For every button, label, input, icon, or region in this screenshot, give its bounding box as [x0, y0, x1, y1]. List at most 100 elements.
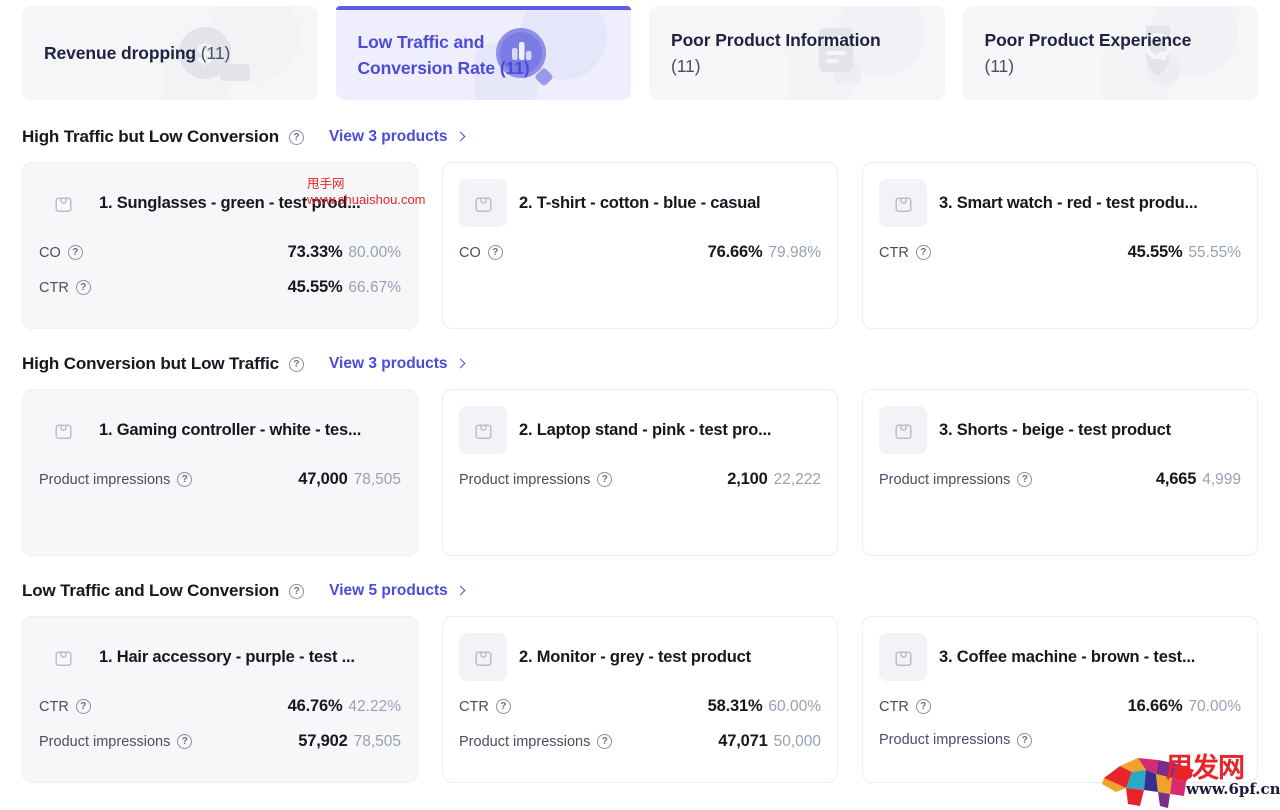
metric-label: Product impressions?	[459, 472, 612, 488]
metric-label: CTR?	[879, 245, 931, 261]
help-icon[interactable]: ?	[177, 734, 192, 749]
help-icon[interactable]: ?	[1017, 472, 1032, 487]
metric-label: CTR?	[39, 699, 91, 715]
metric-label-text: Product impressions	[879, 732, 1010, 748]
metric-label-text: CO	[459, 245, 481, 261]
metric-label-text: CO	[39, 245, 61, 261]
product-card-header: 2. Laptop stand - pink - test pro...	[459, 406, 821, 454]
metric-label: CO?	[459, 245, 503, 261]
metric-row: Product impressions?	[879, 732, 1241, 748]
help-icon[interactable]: ?	[597, 472, 612, 487]
product-card[interactable]: 3. Smart watch - red - test produ... CTR?…	[862, 162, 1258, 329]
help-icon[interactable]: ?	[289, 357, 304, 372]
metric-label: Product impressions?	[39, 734, 192, 750]
metric-row: CTR? 58.31%60.00%	[459, 697, 821, 716]
metric-label-text: Product impressions	[39, 472, 170, 488]
metric-values: 76.66%79.98%	[708, 243, 821, 262]
help-icon[interactable]: ?	[916, 699, 931, 714]
product-title: 2. Laptop stand - pink - test pro...	[519, 421, 771, 440]
help-icon[interactable]: ?	[488, 245, 503, 260]
help-icon[interactable]: ?	[68, 245, 83, 260]
metric-row: Product impressions? 4,6654,999	[879, 470, 1241, 489]
metric-row: Product impressions? 57,90278,505	[39, 732, 401, 751]
metric-row: CTR? 45.55% 55.55%	[879, 243, 1241, 262]
help-icon[interactable]: ?	[496, 699, 511, 714]
product-title: 1. Sunglasses - green - test prod...	[99, 194, 360, 213]
tab-revenue-dropping[interactable]: $ Revenue dropping (11)	[22, 6, 318, 100]
view-products-link[interactable]: View 3 products	[329, 355, 464, 373]
product-card[interactable]: 2. T-shirt - cotton - blue - casual CO? 76…	[442, 162, 838, 329]
product-title: 2. T-shirt - cotton - blue - casual	[519, 194, 760, 213]
product-title: 3. Smart watch - red - test produ...	[939, 194, 1198, 213]
tab-poor-product-information[interactable]: Poor Product Information (11)	[649, 6, 945, 100]
product-card[interactable]: 3. Coffee machine - brown - test...CTR?1…	[862, 616, 1258, 783]
metric-label: Product impressions?	[459, 734, 612, 750]
product-card[interactable]: 1. Gaming controller - white - tes... Pro…	[22, 389, 418, 556]
product-card-grid: 1. Gaming controller - white - tes... Pro…	[22, 389, 1258, 556]
chevron-right-icon	[455, 132, 465, 142]
help-icon[interactable]: ?	[916, 245, 931, 260]
help-icon[interactable]: ?	[76, 280, 91, 295]
view-products-link[interactable]: View 3 products	[329, 128, 464, 146]
metric-current-value: 2,100	[727, 470, 767, 489]
product-card-header: 3. Shorts - beige - test product	[879, 406, 1241, 454]
metric-current-value: 76.66%	[708, 243, 763, 262]
tab-label: Revenue dropping (11)	[44, 40, 230, 66]
insight-sections: High Traffic but Low Conversion?View 3 p…	[0, 114, 1280, 783]
help-icon[interactable]: ?	[289, 584, 304, 599]
product-card-header: 1. Sunglasses - green - test prod...	[39, 179, 401, 227]
tab-poor-product-experience[interactable]: Poor Product Experience (11)	[963, 6, 1259, 100]
help-icon[interactable]: ?	[289, 130, 304, 145]
product-card[interactable]: 2. Monitor - grey - test product CTR? 58.3…	[442, 616, 838, 783]
metric-previous-value: 50,000	[774, 733, 821, 751]
metric-label-text: Product impressions	[459, 734, 590, 750]
metric-previous-value: 4,999	[1202, 471, 1241, 489]
insight-section: High Traffic but Low Conversion?View 3 p…	[0, 114, 1280, 329]
tab-label: Poor Product Information (11)	[671, 27, 886, 79]
help-icon[interactable]: ?	[76, 699, 91, 714]
product-card[interactable]: 1. Sunglasses - green - test prod... CO? 7…	[22, 162, 418, 329]
product-title: 1. Gaming controller - white - tes...	[99, 421, 361, 440]
shopping-bag-icon	[459, 633, 507, 681]
shopping-bag-icon	[39, 406, 87, 454]
product-card-header: 1. Gaming controller - white - tes...	[39, 406, 401, 454]
tab-count: (11)	[500, 58, 530, 78]
metric-values: 45.55%66.67%	[288, 278, 401, 297]
metric-previous-value: 60.00%	[768, 698, 821, 716]
product-card[interactable]: 2. Laptop stand - pink - test pro... Prod…	[442, 389, 838, 556]
product-card[interactable]: 1. Hair accessory - purple - test ... CTR…	[22, 616, 418, 783]
metric-values: 46.76%42.22%	[288, 697, 401, 716]
metric-values: 2,10022,222	[727, 470, 821, 489]
shopping-bag-icon	[879, 633, 927, 681]
product-card-header: 1. Hair accessory - purple - test ...	[39, 633, 401, 681]
shopping-bag-icon	[459, 406, 507, 454]
tab-low-traffic-and-conversion-rate[interactable]: Low Traffic and Conversion Rate (11)	[336, 6, 632, 100]
metric-previous-value: 55.55%	[1188, 244, 1241, 262]
section-header: High Conversion but Low Traffic? View 3 p…	[22, 341, 1258, 387]
metric-row: CO? 76.66%79.98%	[459, 243, 821, 262]
shopping-bag-icon	[39, 633, 87, 681]
metric-row: CTR?16.66%70.00%	[879, 697, 1241, 716]
shopping-bag-icon	[39, 179, 87, 227]
help-icon[interactable]: ?	[177, 472, 192, 487]
metric-values: 58.31%60.00%	[708, 697, 821, 716]
product-title: 1. Hair accessory - purple - test ...	[99, 648, 355, 667]
metric-values: 4,6654,999	[1156, 470, 1241, 489]
tab-count: (11)	[985, 56, 1014, 76]
help-icon[interactable]: ?	[1017, 733, 1032, 748]
metric-current-value: 45.55%	[1128, 243, 1183, 262]
metric-label-text: CTR	[39, 699, 69, 715]
metric-label-text: CTR	[459, 699, 489, 715]
metric-label-text: Product impressions	[879, 472, 1010, 488]
metric-values: 73.33%80.00%	[288, 243, 401, 262]
metric-previous-value: 78,505	[354, 733, 401, 751]
section-title: High Conversion but Low Traffic	[22, 354, 279, 374]
product-card[interactable]: 3. Shorts - beige - test product Product …	[862, 389, 1258, 556]
product-card-header: 2. Monitor - grey - test product	[459, 633, 821, 681]
view-products-link[interactable]: View 5 products	[329, 582, 464, 600]
view-products-label: View 3 products	[329, 128, 448, 146]
metric-values: 57,90278,505	[298, 732, 401, 751]
metric-label: CO?	[39, 245, 83, 261]
tab-count: (11)	[201, 43, 230, 63]
help-icon[interactable]: ?	[597, 734, 612, 749]
